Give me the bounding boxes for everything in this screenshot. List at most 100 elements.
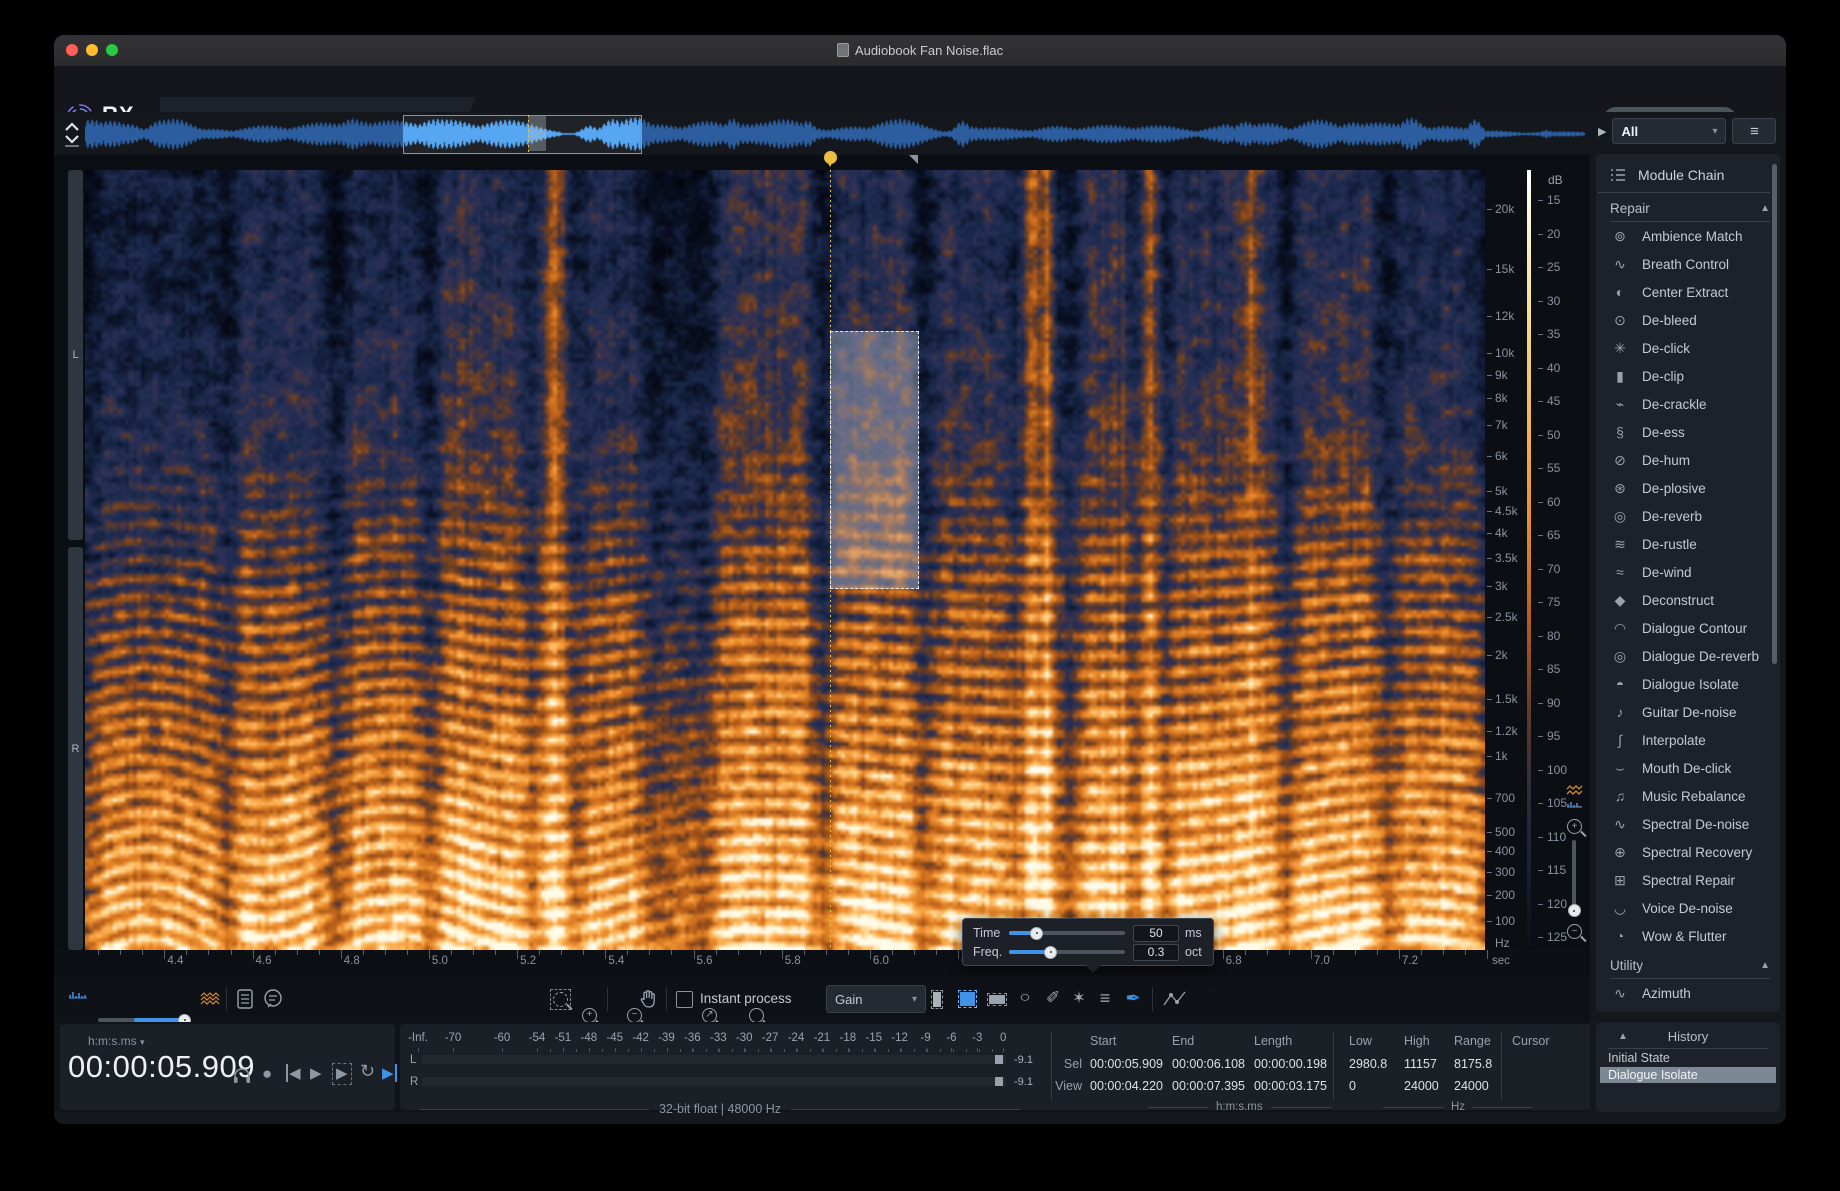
process-mode-select[interactable]: Gain ▾ [826, 985, 926, 1013]
module-item-de-ess[interactable]: §De-ess [1596, 418, 1780, 446]
monitor-headphones-button[interactable] [232, 1066, 252, 1084]
section-header-utility[interactable]: Utility▲ [1610, 952, 1770, 979]
waveform-view-icon[interactable] [1566, 801, 1584, 813]
section-header-repair[interactable]: Repair▲ [1610, 195, 1770, 222]
vertical-zoom-out-icon[interactable]: − [1567, 924, 1582, 939]
module-item-de-bleed[interactable]: ⊙De-bleed [1596, 306, 1780, 334]
module-item-breath-control[interactable]: ∿Breath Control [1596, 250, 1780, 278]
edit-nodes-tool[interactable] [1162, 989, 1188, 1009]
ruler-tick [1223, 950, 1224, 959]
module-list-menu-button[interactable]: ≡ [1732, 118, 1776, 144]
module-item-deconstruct[interactable]: ◆Deconstruct [1596, 586, 1780, 614]
vertical-zoom-in-icon[interactable]: + [1567, 819, 1582, 834]
ruler-unit: sec [1492, 955, 1510, 967]
module-item-center-extract[interactable]: ◐Center Extract [1596, 278, 1780, 306]
module-item-de-click[interactable]: ✳De-click [1596, 334, 1780, 362]
time-selection-tool[interactable] [926, 989, 948, 1009]
module-item-azimuth[interactable]: ∿Azimuth [1596, 979, 1780, 1007]
db-tick: 30 [1538, 294, 1560, 308]
history-item[interactable]: Dialogue Isolate [1600, 1067, 1776, 1083]
lasso-tool[interactable]: ○ [1014, 990, 1036, 1006]
col-length: Length [1254, 1034, 1292, 1048]
history-collapse-icon[interactable]: ▲ [1618, 1031, 1628, 1042]
vertical-zoom-knob[interactable] [1568, 904, 1581, 917]
ruler-tick [208, 950, 209, 955]
channel-gutter-right[interactable]: R [68, 547, 83, 950]
go-to-start-button[interactable]: ◀ [286, 1064, 301, 1082]
module-item-dialogue-isolate[interactable]: ◓Dialogue Isolate [1596, 670, 1780, 698]
zoom-in-button[interactable]: + [582, 1008, 597, 1023]
module-item-de-rustle[interactable]: ≋De-rustle [1596, 530, 1780, 558]
module-item-interpolate[interactable]: ∫Interpolate [1596, 726, 1780, 754]
popup-freq-value[interactable]: 0.3 [1133, 944, 1179, 961]
play-button[interactable]: ▶ [310, 1064, 322, 1082]
module-item-de-wind[interactable]: ≈De-wind [1596, 558, 1780, 586]
waveform-overview[interactable] [85, 114, 1585, 154]
channel-gutter-left[interactable]: L [68, 170, 83, 540]
clip-list-icon[interactable] [236, 989, 254, 1009]
zoom-out-button[interactable]: − [627, 1008, 642, 1023]
popup-freq-slider[interactable] [1009, 950, 1125, 954]
module-item-ambience-match[interactable]: ⊚Ambience Match [1596, 222, 1780, 250]
module-item-spectral-de-noise[interactable]: ∿Spectral De-noise [1596, 810, 1780, 838]
module-item-mouth-de-click[interactable]: ⌣Mouth De-click [1596, 754, 1780, 782]
ruler-tick [1311, 950, 1312, 959]
hamburger-icon: ≡ [1750, 123, 1759, 140]
feather-settings-popup: Time 50 ms Freq. 0.3 oct [962, 918, 1214, 966]
record-button[interactable]: ● [262, 1064, 272, 1084]
module-item-spectral-repair[interactable]: ⊞Spectral Repair [1596, 866, 1780, 894]
playhead-marker[interactable] [824, 151, 837, 164]
bottom-bar: h:m:s.ms ▾ 00:00:05.909 ● ◀ ▶ ▶ ↻ ▶ -Inf… [54, 1022, 1786, 1112]
module-item-de-reverb[interactable]: ◎De-reverb [1596, 502, 1780, 530]
ruler-label: 5.8 [785, 955, 801, 967]
popup-time-value[interactable]: 50 [1133, 925, 1179, 942]
search-zoom-button[interactable] [749, 1008, 764, 1023]
time-format-selector[interactable]: h:m:s.ms ▾ [88, 1034, 145, 1048]
module-item-wow-flutter[interactable]: ◔Wow & Flutter [1596, 922, 1780, 950]
frequency-selection-tool[interactable] [986, 989, 1008, 1009]
history-item[interactable]: Initial State [1600, 1050, 1776, 1066]
module-chain-item[interactable]: Module Chain [1598, 158, 1770, 193]
comment-icon[interactable] [262, 989, 284, 1009]
module-item-guitar-de-noise[interactable]: ♪Guitar De-noise [1596, 698, 1780, 726]
module-list-scrollbar[interactable] [1772, 164, 1777, 664]
module-item-dither[interactable]: ∷Dither [1596, 1007, 1780, 1012]
spectrogram-canvas[interactable] [85, 170, 1485, 950]
play-to-end-button[interactable]: ▶ [382, 1064, 397, 1082]
overview-view-window[interactable] [403, 115, 642, 154]
zoom-fit-button[interactable]: ↗ [702, 1008, 717, 1023]
interpolate-icon: ∫ [1610, 732, 1630, 748]
ruler-tick [870, 950, 871, 959]
instant-process-checkbox[interactable] [676, 991, 693, 1008]
spectrogram-display-icon[interactable] [200, 991, 220, 1006]
spectral-selection[interactable] [830, 331, 920, 589]
module-item-dialogue-contour[interactable]: ◠Dialogue Contour [1596, 614, 1780, 642]
time-ruler[interactable]: 4.44.64.85.05.25.45.65.86.06.26.46.66.87… [54, 950, 1590, 976]
module-item-dialogue-de-reverb[interactable]: ◎Dialogue De-reverb [1596, 642, 1780, 670]
module-filter-select[interactable]: All ▾ [1612, 118, 1726, 144]
magic-wand-tool[interactable]: ✶ [1068, 988, 1090, 1008]
panel-resize-chevrons-icon[interactable] [62, 120, 82, 148]
loop-button[interactable]: ↻ [360, 1061, 375, 1082]
module-item-music-rebalance[interactable]: ♫Music Rebalance [1596, 782, 1780, 810]
play-selection-button[interactable]: ▶ [332, 1063, 352, 1085]
module-item-spectral-recovery[interactable]: ⊕Spectral Recovery [1596, 838, 1780, 866]
module-item-voice-de-noise[interactable]: ◡Voice De-noise [1596, 894, 1780, 922]
db-colorbar[interactable] [1527, 170, 1531, 950]
zoom-selection-button[interactable] [550, 989, 571, 1010]
module-item-de-crackle[interactable]: ⌁De-crackle [1596, 390, 1780, 418]
preview-play-icon[interactable]: ▶ [1598, 125, 1606, 138]
module-item-de-plosive[interactable]: ⊛De-plosive [1596, 474, 1780, 502]
time-frequency-selection-tool[interactable] [956, 989, 978, 1009]
selection-corner-marker[interactable] [909, 155, 918, 164]
brush-tool[interactable]: ✐ [1042, 988, 1064, 1008]
spectrogram-view-icon[interactable] [1566, 785, 1584, 797]
flatten-tool[interactable]: ≡ [1094, 988, 1116, 1008]
waveform-display-icon[interactable] [68, 991, 88, 1005]
popup-time-slider[interactable] [1009, 931, 1125, 935]
feather-tool[interactable]: ✒ [1122, 988, 1144, 1008]
hand-tool-button[interactable] [638, 989, 658, 1009]
vertical-zoom-slider[interactable] [1572, 840, 1576, 916]
module-item-de-hum[interactable]: ⊘De-hum [1596, 446, 1780, 474]
module-item-de-clip[interactable]: ▮De-clip [1596, 362, 1780, 390]
